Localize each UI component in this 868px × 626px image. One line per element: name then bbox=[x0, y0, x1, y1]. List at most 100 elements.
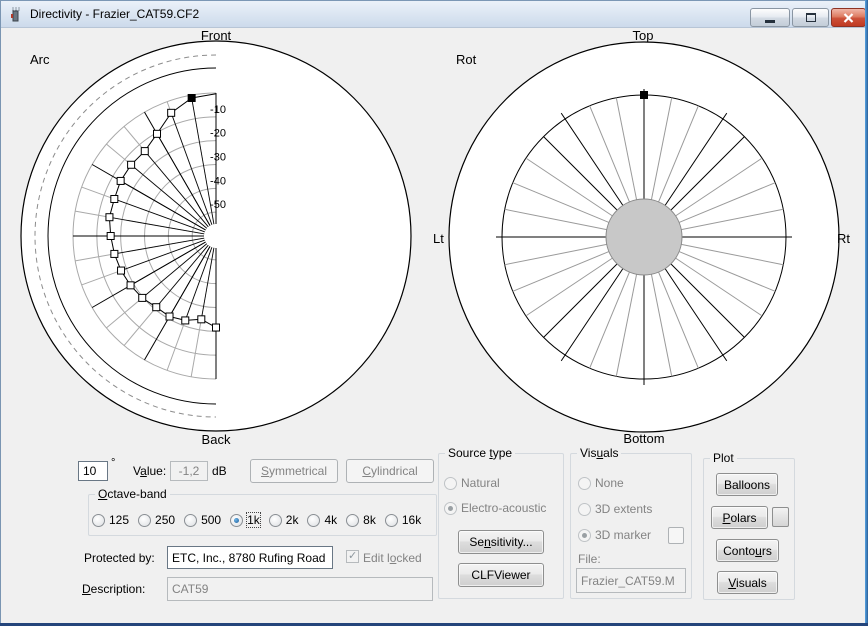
edit-locked-label: Edit locked bbox=[363, 551, 422, 565]
radio-125[interactable]: 125 bbox=[92, 513, 129, 527]
edit-locked-checkbox: ✓ bbox=[346, 550, 359, 563]
visuals-file-input bbox=[576, 568, 686, 593]
minimize-icon bbox=[765, 20, 775, 23]
radio-circle-icon bbox=[184, 514, 197, 527]
radio-label: 3D marker bbox=[595, 528, 651, 542]
window-title: Directivity - Frazier_CAT59.CF2 bbox=[30, 7, 199, 21]
check-icon: ✓ bbox=[348, 549, 357, 562]
radio-circle-icon bbox=[138, 514, 151, 527]
data-point-marker[interactable] bbox=[111, 195, 118, 202]
data-point-marker[interactable] bbox=[166, 313, 173, 320]
contours-button[interactable]: Contours bbox=[716, 539, 779, 562]
close-button[interactable] bbox=[831, 8, 866, 27]
rot-marker[interactable] bbox=[641, 92, 648, 99]
radio-3d-marker: 3D marker bbox=[578, 528, 652, 542]
clfviewer-button[interactable]: CLFViewer bbox=[458, 563, 544, 587]
data-point-marker[interactable] bbox=[117, 177, 124, 184]
radio-dot-icon bbox=[448, 506, 453, 511]
radio-500[interactable]: 500 bbox=[184, 513, 221, 527]
db-tick-label: -10 bbox=[210, 104, 226, 116]
data-point-marker[interactable] bbox=[141, 148, 148, 155]
protected-by-input[interactable] bbox=[167, 546, 333, 569]
balloons-button[interactable]: Balloons bbox=[716, 473, 778, 496]
radio-electro-acoustic: Electro-acoustic bbox=[444, 501, 546, 515]
description-input bbox=[167, 577, 433, 601]
data-point-marker[interactable] bbox=[213, 324, 220, 331]
arc-title: Arc bbox=[30, 52, 50, 67]
radio-label: 250 bbox=[155, 513, 175, 527]
data-point-marker[interactable] bbox=[127, 282, 134, 289]
radio-none: None bbox=[578, 476, 652, 490]
rot-title: Rot bbox=[456, 52, 476, 67]
radio-dot-icon bbox=[234, 518, 239, 523]
radio-circle-icon bbox=[578, 503, 591, 516]
radio-label: 4k bbox=[324, 513, 337, 527]
radio-label: 500 bbox=[201, 513, 221, 527]
minimize-button[interactable] bbox=[750, 8, 790, 27]
arc-polar-plot[interactable]: -10-20-30-40-50 bbox=[0, 28, 440, 468]
data-point-marker[interactable] bbox=[111, 250, 118, 257]
radio-16k[interactable]: 16k bbox=[385, 513, 421, 527]
radio-label: 125 bbox=[109, 513, 129, 527]
rot-polar-plot[interactable] bbox=[440, 28, 866, 468]
source-type-radios: Natural Electro-acoustic bbox=[444, 476, 546, 515]
radio-label: None bbox=[595, 476, 624, 490]
marker-color-swatch[interactable] bbox=[668, 527, 684, 544]
radio-circle-icon bbox=[92, 514, 105, 527]
cylindrical-button: Cylindrical bbox=[346, 459, 434, 483]
rot-left-label: Lt bbox=[433, 231, 444, 246]
visuals-button[interactable]: Visuals bbox=[717, 571, 778, 594]
radio-circle-icon bbox=[578, 477, 591, 490]
radio-8k[interactable]: 8k bbox=[346, 513, 376, 527]
value-input bbox=[170, 461, 208, 481]
polars-button[interactable]: Polars bbox=[711, 506, 768, 529]
sensitivity-button[interactable]: Sensitivity... bbox=[458, 530, 544, 554]
radio-2k[interactable]: 2k bbox=[269, 513, 299, 527]
data-point-marker[interactable] bbox=[198, 316, 205, 323]
rot-top-label: Top bbox=[620, 28, 666, 43]
radio-circle-icon bbox=[230, 514, 243, 527]
app-icon bbox=[8, 7, 24, 23]
data-point-marker[interactable] bbox=[168, 109, 175, 116]
radio-1k[interactable]: 1k bbox=[230, 513, 260, 527]
data-point-marker[interactable] bbox=[107, 233, 114, 240]
titlebar[interactable]: Directivity - Frazier_CAT59.CF2 bbox=[0, 0, 868, 28]
data-point-marker[interactable] bbox=[106, 214, 113, 221]
db-tick-label: -20 bbox=[210, 128, 226, 140]
radio-4k[interactable]: 4k bbox=[307, 513, 337, 527]
radio-label: Natural bbox=[461, 476, 500, 490]
radio-250[interactable]: 250 bbox=[138, 513, 175, 527]
data-point-marker[interactable] bbox=[153, 304, 160, 311]
data-point-marker[interactable] bbox=[182, 317, 189, 324]
data-point-marker[interactable] bbox=[128, 161, 135, 168]
rot-center-disc bbox=[606, 199, 682, 275]
maximize-icon bbox=[806, 13, 816, 22]
rot-right-label: Rt bbox=[837, 231, 850, 246]
polars-option-button[interactable] bbox=[772, 507, 789, 527]
visuals-title: Visuals bbox=[577, 446, 621, 460]
radio-natural: Natural bbox=[444, 476, 546, 490]
data-point-marker[interactable] bbox=[118, 267, 125, 274]
octave-band-title: Octave-band bbox=[95, 487, 170, 501]
radio-circle-icon bbox=[307, 514, 320, 527]
rot-bottom-label: Bottom bbox=[616, 431, 672, 446]
db-tick-label: -50 bbox=[210, 199, 226, 211]
db-tick-label: -40 bbox=[210, 175, 226, 187]
radio-circle-icon bbox=[346, 514, 359, 527]
radio-label: 2k bbox=[286, 513, 299, 527]
maximize-button[interactable] bbox=[792, 8, 829, 27]
data-point-marker[interactable] bbox=[139, 294, 146, 301]
radio-circle-icon bbox=[444, 477, 457, 490]
visuals-radios: None 3D extents 3D marker bbox=[578, 476, 652, 542]
radio-circle-icon bbox=[269, 514, 282, 527]
selected-data-point-marker[interactable] bbox=[188, 94, 195, 101]
radio-3d-extents: 3D extents bbox=[578, 502, 652, 516]
angle-input[interactable] bbox=[78, 461, 108, 481]
value-label: Value: bbox=[133, 464, 166, 478]
radio-circle-icon bbox=[385, 514, 398, 527]
app-window: Directivity - Frazier_CAT59.CF2 -10-20-3… bbox=[0, 0, 868, 626]
radio-label: 8k bbox=[363, 513, 376, 527]
arc-front-label: Front bbox=[196, 28, 236, 43]
data-point-marker[interactable] bbox=[154, 130, 161, 137]
source-type-title: Source type bbox=[445, 446, 515, 460]
